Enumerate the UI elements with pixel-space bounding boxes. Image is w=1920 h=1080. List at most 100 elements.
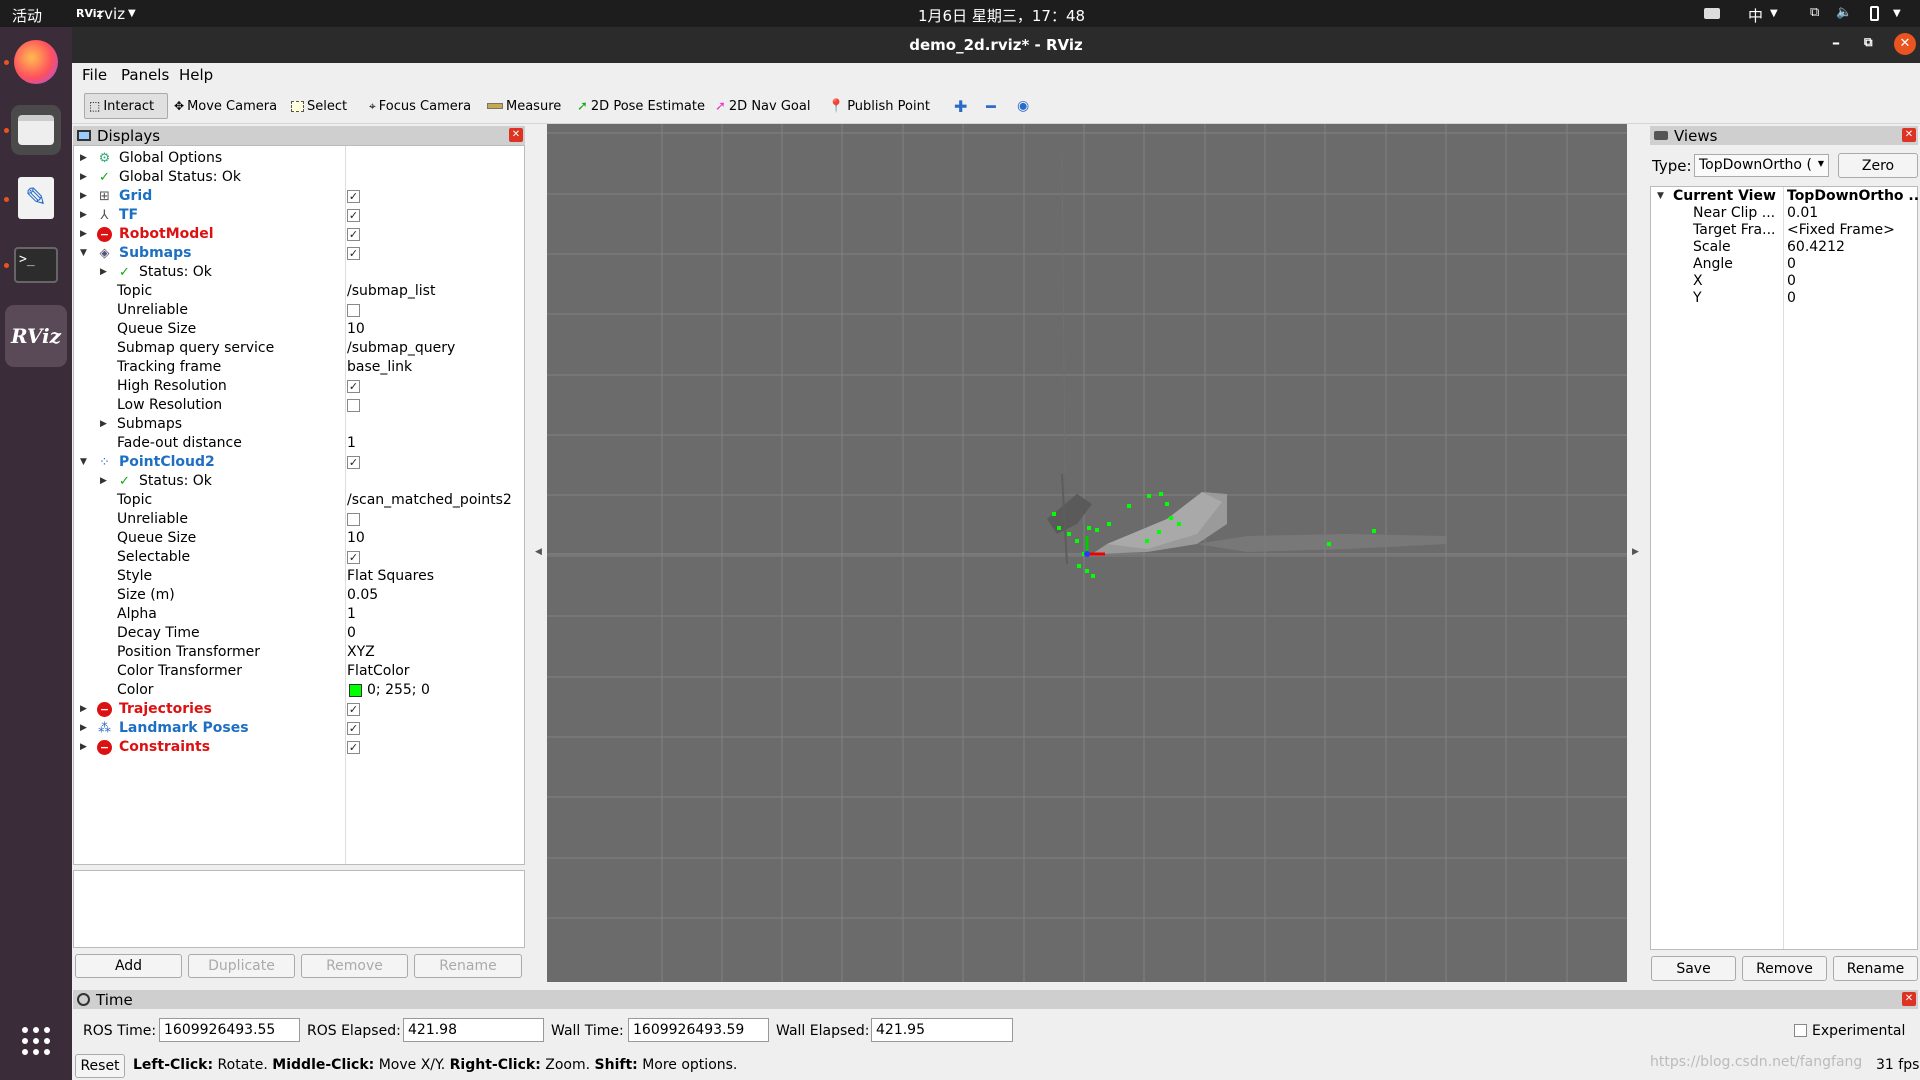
- tree-row-submaps-list[interactable]: ▶ Submaps: [74, 415, 524, 434]
- enable-checkbox[interactable]: ✓: [347, 722, 360, 735]
- tree-row-property[interactable]: Position Transformer XYZ: [74, 643, 524, 662]
- property-value[interactable]: /scan_matched_points2: [347, 492, 512, 508]
- tree-row-property[interactable]: Queue Size 10: [74, 529, 524, 548]
- collapse-left-icon[interactable]: ◀: [535, 547, 542, 557]
- menu-file[interactable]: File: [82, 66, 107, 84]
- nav-goal-tool[interactable]: ➚ 2D Nav Goal: [711, 93, 814, 119]
- interact-tool[interactable]: ⬚ Interact: [84, 93, 168, 119]
- ros-elapsed-field[interactable]: 421.98: [403, 1018, 544, 1042]
- remove-tool-icon[interactable]: ━: [982, 93, 1000, 119]
- property-value[interactable]: FlatColor: [347, 663, 410, 679]
- property-value[interactable]: XYZ: [347, 644, 375, 660]
- tree-row-constraints[interactable]: ▶ − Constraints ✓: [74, 738, 524, 757]
- select-tool[interactable]: Select: [287, 93, 351, 119]
- rviz-icon[interactable]: RViz: [5, 305, 67, 367]
- tree-row-robotmodel[interactable]: ▶ − RobotModel ✓: [74, 225, 524, 244]
- property-value[interactable]: 0: [1787, 290, 1796, 306]
- volume-icon[interactable]: 🔈: [1836, 5, 1852, 20]
- tree-row-pointcloud-status[interactable]: ▶ ✓ Status: Ok: [74, 472, 524, 491]
- remove-view-button[interactable]: Remove: [1742, 956, 1827, 981]
- chevron-right-icon[interactable]: ▶: [80, 210, 87, 220]
- tree-row-property[interactable]: Low Resolution: [74, 396, 524, 415]
- tree-row-global-options[interactable]: ▶ ⚙ Global Options: [74, 149, 524, 168]
- focus-camera-tool[interactable]: ⌖ Focus Camera: [365, 93, 475, 119]
- chevron-right-icon[interactable]: ▶: [100, 419, 107, 429]
- tree-row-property[interactable]: Unreliable: [74, 301, 524, 320]
- close-icon[interactable]: ✕: [1894, 33, 1916, 55]
- tree-row-property[interactable]: Size (m) 0.05: [74, 586, 524, 605]
- property-checkbox[interactable]: ✓: [347, 380, 360, 393]
- close-icon[interactable]: ✕: [509, 128, 523, 142]
- tree-row-property[interactable]: Topic /submap_list: [74, 282, 524, 301]
- tree-row-property[interactable]: Style Flat Squares: [74, 567, 524, 586]
- property-checkbox[interactable]: [347, 513, 360, 526]
- property-value[interactable]: 0: [347, 625, 356, 641]
- close-icon[interactable]: ✕: [1902, 992, 1916, 1006]
- files-icon[interactable]: [11, 105, 61, 155]
- chevron-down-icon[interactable]: ▼: [80, 457, 87, 467]
- tree-row-property[interactable]: Alpha 1: [74, 605, 524, 624]
- chevron-down-icon[interactable]: ▼: [80, 248, 87, 258]
- property-value[interactable]: /submap_query: [347, 340, 455, 356]
- tree-row-pointcloud2[interactable]: ▼ ⁘ PointCloud2 ✓: [74, 453, 524, 472]
- property-value[interactable]: base_link: [347, 359, 412, 375]
- enable-checkbox[interactable]: ✓: [347, 456, 360, 469]
- wall-time-field[interactable]: 1609926493.59: [628, 1018, 769, 1042]
- chevron-right-icon[interactable]: ▶: [80, 153, 87, 163]
- property-value[interactable]: 0; 255; 0: [367, 682, 430, 698]
- menu-panels[interactable]: Panels: [121, 66, 169, 84]
- 3d-viewport[interactable]: [547, 124, 1627, 982]
- property-value[interactable]: Flat Squares: [347, 568, 434, 584]
- save-button[interactable]: Save: [1651, 956, 1736, 981]
- enable-checkbox[interactable]: ✓: [347, 741, 360, 754]
- ros-time-field[interactable]: 1609926493.55: [159, 1018, 300, 1042]
- chevron-right-icon[interactable]: ▶: [80, 191, 87, 201]
- tree-row-property[interactable]: Color 0; 255; 0: [74, 681, 524, 700]
- property-value[interactable]: /submap_list: [347, 283, 435, 299]
- tree-row-submaps[interactable]: ▼ ◈ Submaps ✓: [74, 244, 524, 263]
- terminal-icon[interactable]: >_: [11, 240, 61, 290]
- property-checkbox[interactable]: [347, 304, 360, 317]
- enable-checkbox[interactable]: ✓: [347, 209, 360, 222]
- tree-row-property[interactable]: Topic /scan_matched_points2: [74, 491, 524, 510]
- tree-row-global-status[interactable]: ▶ ✓ Global Status: Ok: [74, 168, 524, 187]
- rename-view-button[interactable]: Rename: [1833, 956, 1918, 981]
- minimize-icon[interactable]: –: [1832, 33, 1840, 52]
- reset-button[interactable]: Reset: [75, 1054, 125, 1078]
- measure-tool[interactable]: Measure: [483, 93, 565, 119]
- menu-help[interactable]: Help: [179, 66, 213, 84]
- tree-row-property[interactable]: Color Transformer FlatColor: [74, 662, 524, 681]
- property-value[interactable]: 10: [347, 321, 365, 337]
- battery-icon[interactable]: [1870, 6, 1879, 21]
- remove-button[interactable]: Remove: [301, 954, 408, 978]
- tree-row-property[interactable]: Queue Size 10: [74, 320, 524, 339]
- chevron-right-icon[interactable]: ▶: [80, 723, 87, 733]
- property-value[interactable]: <Fixed Frame>: [1787, 222, 1895, 238]
- chevron-right-icon[interactable]: ▶: [80, 172, 87, 182]
- wall-elapsed-field[interactable]: 421.95: [871, 1018, 1013, 1042]
- window-titlebar[interactable]: demo_2d.rviz* - RViz – ⧉ ✕: [72, 27, 1920, 63]
- chevron-right-icon[interactable]: ▶: [100, 476, 107, 486]
- move-camera-tool[interactable]: ✥ Move Camera: [170, 93, 281, 119]
- property-value[interactable]: 60.4212: [1787, 239, 1845, 255]
- tree-row-property[interactable]: Submap query service /submap_query: [74, 339, 524, 358]
- tree-row-trajectories[interactable]: ▶ − Trajectories ✓: [74, 700, 524, 719]
- view-type-dropdown[interactable]: TopDownOrtho ( ▼: [1694, 154, 1829, 177]
- property-checkbox[interactable]: [347, 399, 360, 412]
- add-tool-icon[interactable]: ✚: [950, 93, 971, 119]
- chevron-right-icon[interactable]: ▶: [80, 742, 87, 752]
- screen-icon[interactable]: [1704, 8, 1720, 19]
- clock[interactable]: 1月6日 星期三，17：48: [918, 5, 1085, 26]
- maximize-icon[interactable]: ⧉: [1864, 35, 1873, 50]
- tree-row-property[interactable]: Decay Time 0: [74, 624, 524, 643]
- property-value[interactable]: 0.05: [347, 587, 378, 603]
- tree-row-grid[interactable]: ▶ ⊞ Grid ✓: [74, 187, 524, 206]
- enable-checkbox[interactable]: ✓: [347, 228, 360, 241]
- close-icon[interactable]: ✕: [1902, 128, 1916, 142]
- property-value[interactable]: 0: [1787, 273, 1796, 289]
- tree-row-property[interactable]: Y 0: [1651, 289, 1917, 308]
- tree-row-submaps-status[interactable]: ▶ ✓ Status: Ok: [74, 263, 524, 282]
- property-value[interactable]: 10: [347, 530, 365, 546]
- tree-row-property[interactable]: High Resolution ✓: [74, 377, 524, 396]
- tree-row-property[interactable]: Tracking frame base_link: [74, 358, 524, 377]
